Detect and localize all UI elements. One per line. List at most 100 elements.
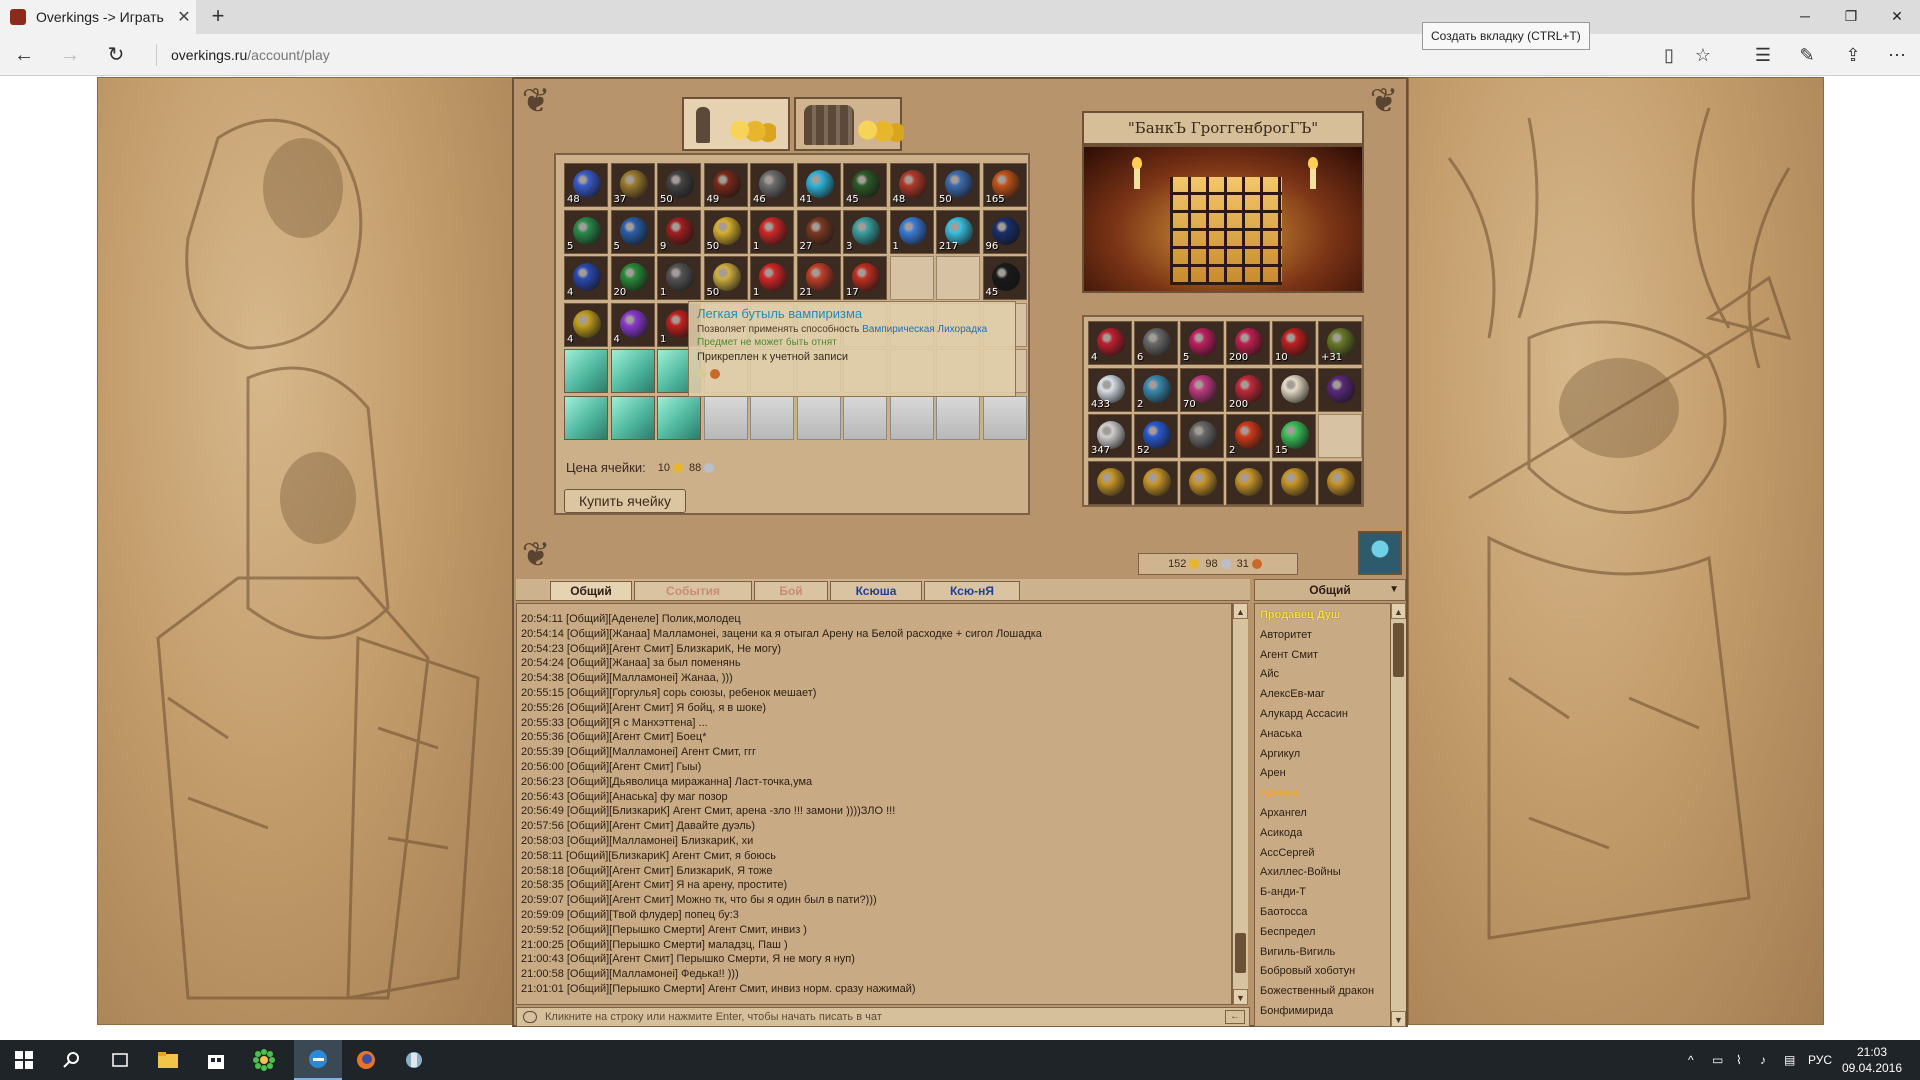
tab-chat-private-2[interactable]: Ксю-нЯ — [924, 581, 1020, 601]
scroll-down-icon[interactable]: ▼ — [1233, 989, 1248, 1005]
tab-chat-private-1[interactable]: Ксюша — [830, 581, 922, 601]
firefox-icon[interactable] — [342, 1040, 390, 1080]
chat-message[interactable]: 20:58:18 [Общий][Агент Смит] БлизкариК, … — [521, 864, 1225, 879]
inventory-cell[interactable]: 4 — [610, 302, 655, 347]
chat-message[interactable]: 20:54:14 [Общий][Жанаa] Малламонеі, заце… — [521, 627, 1225, 642]
close-window-button[interactable]: ✕ — [1874, 0, 1920, 32]
task-view-icon[interactable] — [96, 1040, 144, 1080]
bank-cell[interactable] — [1180, 460, 1224, 505]
new-tab-button[interactable]: + — [204, 4, 232, 30]
store-icon[interactable] — [192, 1040, 240, 1080]
user-list-item[interactable]: Беспредел — [1260, 923, 1405, 943]
chat-message[interactable]: 21:00:25 [Общий][Перышко Смерти] маладзц… — [521, 938, 1225, 953]
chat-message[interactable]: 20:58:35 [Общий][Агент Смит] Я на арену,… — [521, 878, 1225, 893]
bank-cell[interactable]: 6 — [1134, 321, 1178, 365]
refresh-button[interactable]: ↻ — [100, 40, 132, 70]
inventory-cell[interactable] — [657, 395, 701, 440]
bank-cell[interactable]: 347 — [1088, 414, 1132, 458]
user-list-item[interactable]: Бонфимирида — [1260, 1002, 1405, 1022]
inventory-cell[interactable] — [843, 395, 887, 440]
minimize-button[interactable]: ─ — [1782, 0, 1828, 32]
search-icon[interactable] — [48, 1040, 96, 1080]
user-list-item[interactable]: АлексЕв-маг — [1260, 685, 1405, 705]
bank-cell[interactable]: 200 — [1226, 321, 1270, 365]
inventory-cell[interactable]: 1 — [657, 256, 701, 300]
user-list-item[interactable]: Алукард Ассасин — [1260, 705, 1405, 725]
bank-cell[interactable]: +31 — [1318, 321, 1362, 365]
tab-personal-inventory[interactable] — [682, 97, 790, 151]
inventory-cell[interactable]: 17 — [843, 256, 887, 300]
inventory-cell[interactable] — [982, 395, 1027, 440]
inventory-cell[interactable]: 1 — [889, 209, 934, 254]
bank-cell[interactable]: 70 — [1180, 367, 1224, 412]
chat-message[interactable]: 20:58:03 [Общий][Малламонеі] БлизкариК, … — [521, 834, 1225, 849]
inventory-cell[interactable]: 50 — [936, 163, 980, 207]
inventory-cell[interactable] — [889, 256, 934, 300]
user-list-item[interactable]: Продавец Душ — [1260, 606, 1405, 626]
chat-scroll-thumb[interactable] — [1235, 933, 1246, 973]
inventory-cell[interactable]: 50 — [703, 209, 748, 254]
inventory-cell[interactable]: 165 — [982, 163, 1027, 207]
user-list-item[interactable]: Божественный дракон — [1260, 982, 1405, 1002]
user-list-item[interactable]: Брат Тони — [1260, 1022, 1405, 1026]
user-list-item[interactable]: Асикода — [1260, 824, 1405, 844]
chat-message[interactable]: 20:59:07 [Общий][Агент Смит] Можно тк, ч… — [521, 893, 1225, 908]
bank-cell[interactable] — [1180, 414, 1224, 458]
inventory-cell[interactable]: 46 — [750, 163, 794, 207]
inventory-cell[interactable] — [796, 395, 841, 440]
inventory-cell[interactable]: 5 — [610, 209, 655, 254]
chat-message[interactable]: 20:58:11 [Общий][БлизкариК] Агент Смит, … — [521, 849, 1225, 864]
send-message-button[interactable]: ← — [1225, 1010, 1245, 1024]
network-icon[interactable]: ⌇ — [1736, 1040, 1742, 1080]
user-list-item[interactable]: Аринец — [1260, 784, 1405, 804]
inventory-cell[interactable]: 20 — [610, 256, 655, 300]
chat-message[interactable]: 20:56:49 [Общий][БлизкариК] Агент Смит, … — [521, 804, 1225, 819]
inventory-cell[interactable]: 45 — [982, 256, 1027, 300]
inventory-cell[interactable] — [610, 395, 655, 440]
inventory-cell[interactable]: 50 — [703, 256, 748, 300]
inventory-cell[interactable] — [936, 395, 980, 440]
tab-chat-general[interactable]: Общий — [550, 581, 632, 601]
bank-cell[interactable] — [1088, 460, 1132, 505]
inventory-cell[interactable] — [564, 395, 608, 440]
chat-message[interactable]: 21:00:43 [Общий][Агент Смит] Перышко Сме… — [521, 952, 1225, 967]
inventory-cell[interactable]: 45 — [843, 163, 887, 207]
users-scrollbar[interactable]: ▲ ▼ — [1390, 603, 1406, 1027]
user-list-item[interactable]: Архангел — [1260, 804, 1405, 824]
inventory-cell[interactable]: 1 — [750, 256, 794, 300]
browser-tab[interactable]: Overkings -> Играть ✕ — [0, 0, 196, 34]
chat-message[interactable]: 20:55:36 [Общий][Агент Смит] Боец* — [521, 730, 1225, 745]
chat-message[interactable]: 20:56:00 [Общий][Агент Смит] Гыы) — [521, 760, 1225, 775]
favorites-star-icon[interactable]: ☆ — [1686, 40, 1720, 70]
chat-message[interactable]: 20:54:38 [Общий][Малламонеі] Жанаa, ))) — [521, 671, 1225, 686]
inventory-cell[interactable]: 48 — [564, 163, 608, 207]
tray-overflow-icon[interactable]: ^ — [1688, 1040, 1694, 1080]
inventory-cell[interactable] — [610, 349, 655, 393]
file-explorer-icon[interactable] — [144, 1040, 192, 1080]
tab-chat-events[interactable]: События — [634, 581, 752, 601]
edge-browser-icon[interactable] — [294, 1040, 342, 1080]
inventory-cell[interactable]: 3 — [843, 209, 887, 254]
user-list-item[interactable]: Агент Смит — [1260, 646, 1405, 666]
bank-cell[interactable]: 2 — [1226, 414, 1270, 458]
chat-message[interactable]: 20:54:11 [Общий][Аденеле] Полик,молодец — [521, 612, 1225, 627]
inventory-cell[interactable]: 27 — [796, 209, 841, 254]
bank-cell[interactable]: 5 — [1180, 321, 1224, 365]
bank-cell[interactable]: 2 — [1134, 367, 1178, 412]
scroll-down-icon[interactable]: ▼ — [1391, 1011, 1406, 1027]
bank-cell[interactable] — [1226, 460, 1270, 505]
user-list-item[interactable]: Аргикул — [1260, 745, 1405, 765]
inventory-cell[interactable]: 21 — [796, 256, 841, 300]
inventory-cell[interactable] — [750, 395, 794, 440]
user-list-item[interactable]: Баотосса — [1260, 903, 1405, 923]
chat-message[interactable]: 20:59:09 [Общий][Твой флудер] попец бу:3 — [521, 908, 1225, 923]
game-client-icon[interactable] — [390, 1040, 438, 1080]
tab-chat-battle[interactable]: Бой — [754, 581, 828, 601]
inventory-cell[interactable]: 49 — [703, 163, 748, 207]
bank-cell[interactable] — [1318, 367, 1362, 412]
bank-cell[interactable] — [1272, 460, 1316, 505]
user-list-item[interactable]: Б-анди-Т — [1260, 883, 1405, 903]
inventory-cell[interactable]: 48 — [889, 163, 934, 207]
web-note-icon[interactable]: ✎ — [1790, 40, 1824, 70]
volume-icon[interactable]: ♪ — [1760, 1040, 1766, 1080]
